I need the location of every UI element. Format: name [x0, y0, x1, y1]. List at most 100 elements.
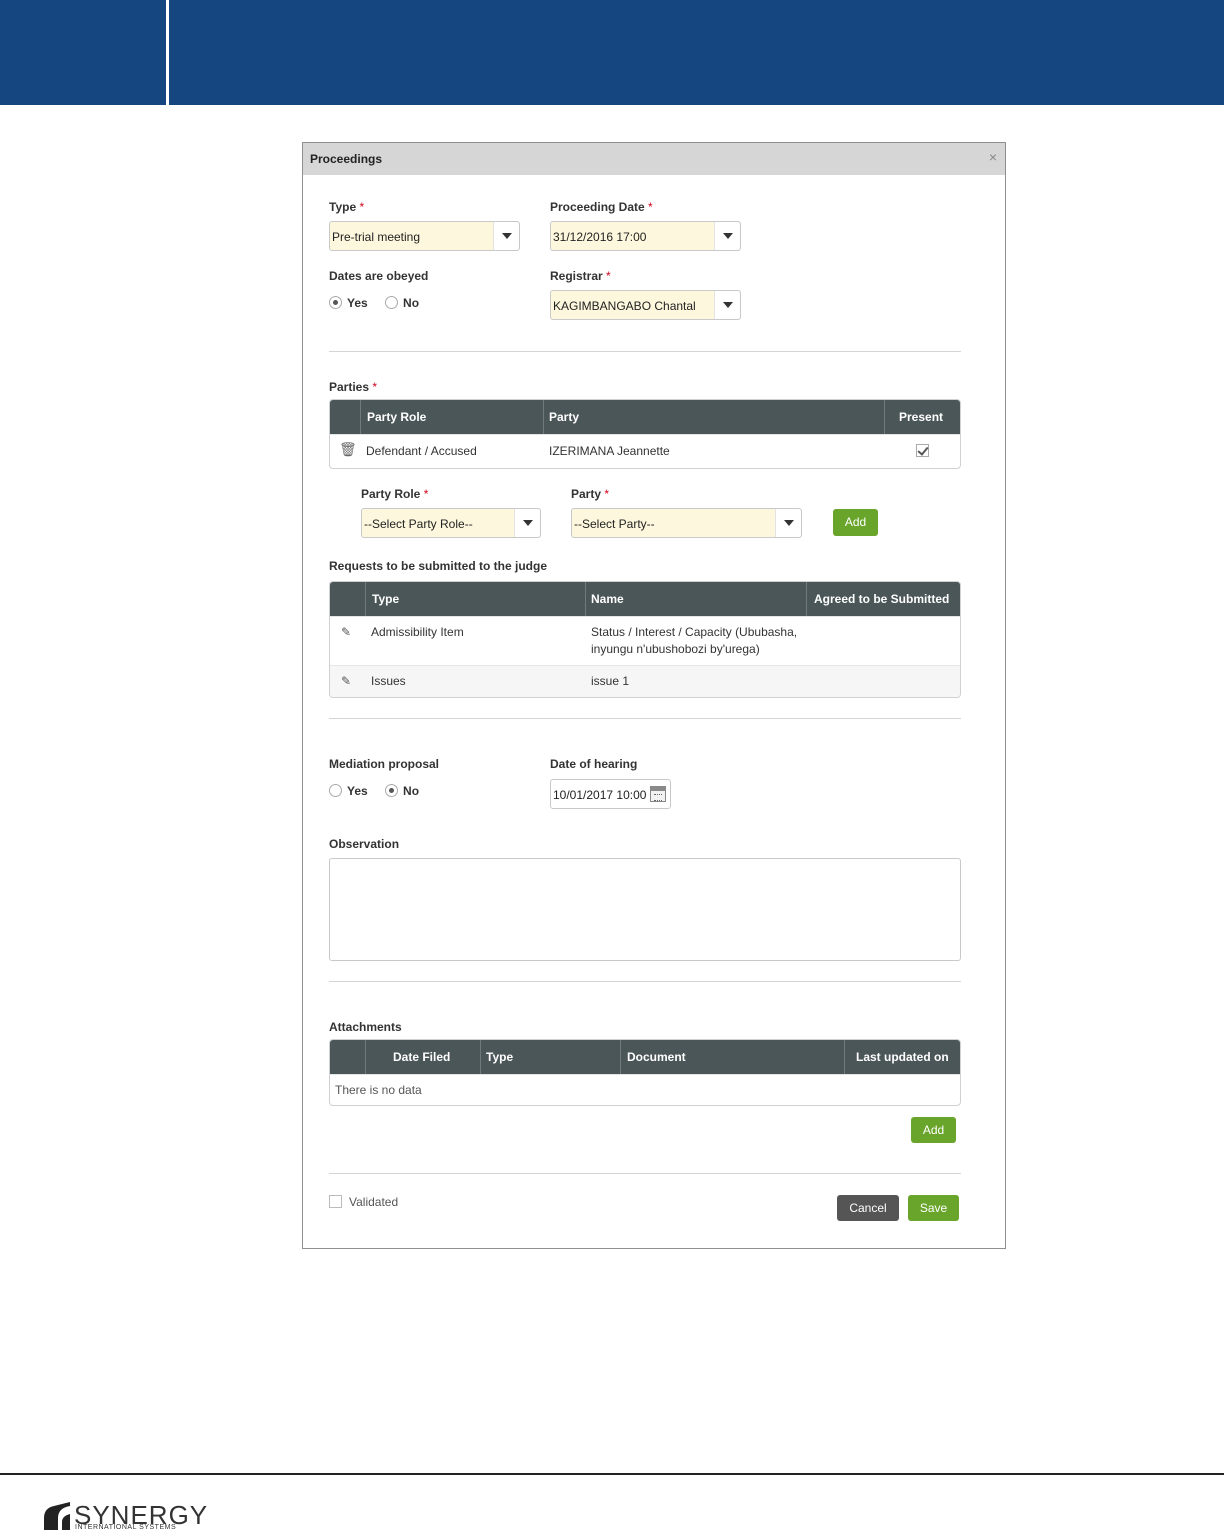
registrar-select[interactable]: KAGIMBANGABO Chantal [550, 290, 741, 320]
validated-label: Validated [349, 1195, 399, 1209]
required-mark: * [648, 200, 653, 214]
calendar-icon[interactable] [650, 786, 666, 802]
mediation-no[interactable]: No [385, 784, 419, 798]
party-select[interactable]: --Select Party-- [571, 508, 802, 538]
cancel-button[interactable]: Cancel [837, 1195, 899, 1221]
registrar-value: KAGIMBANGABO Chantal [553, 299, 696, 313]
column-header-present[interactable]: Present [899, 400, 943, 434]
column-header-agreed[interactable]: Agreed to be Submitted [814, 582, 949, 616]
party-role-select[interactable]: --Select Party Role-- [361, 508, 541, 538]
party-cell: IZERIMANA Jeannette [549, 444, 670, 458]
column-header-date-filed[interactable]: Date Filed [393, 1040, 450, 1074]
table-row: ✎ Admissibility Item Status / Interest /… [330, 616, 960, 665]
radio-selected-icon[interactable] [329, 296, 342, 309]
table-row: 🗑 Defendant / Accused IZERIMANA Jeannett… [330, 434, 960, 468]
type-select-value: Pre-trial meeting [332, 230, 421, 244]
add-attachment-button[interactable]: Add [911, 1117, 956, 1143]
required-mark: * [372, 380, 378, 394]
divider [329, 351, 961, 352]
divider [329, 718, 961, 719]
observation-textarea[interactable] [329, 858, 961, 961]
column-header-type[interactable]: Type [372, 582, 399, 616]
column-separator [365, 582, 366, 616]
request-type-cell: Issues [371, 674, 406, 688]
pencil-icon[interactable]: ✎ [341, 673, 351, 690]
attachments-grid: Date Filed Type Document Last updated on… [329, 1039, 961, 1106]
footer-divider [0, 1473, 1224, 1475]
parties-grid: Party Role Party Present 🗑 Defendant / A… [329, 399, 961, 469]
required-mark: * [606, 269, 611, 283]
registrar-label-text: Registrar [550, 269, 603, 283]
party-role-placeholder: --Select Party Role-- [364, 517, 473, 531]
chevron-down-icon[interactable] [775, 509, 801, 537]
dates-obeyed-no-label: No [403, 296, 420, 310]
new-party-label: Party * [571, 487, 609, 501]
observation-label: Observation [329, 837, 400, 851]
column-separator [543, 400, 544, 434]
proceedings-dialog: Proceedings × Type * Pre-trial meeting P… [302, 142, 1006, 1249]
requests-label: Requests to be submitted to the judge [329, 559, 548, 573]
dates-obeyed-label: Dates are obeyed [329, 269, 429, 283]
synergy-logo-icon [44, 1502, 70, 1530]
column-header-type[interactable]: Type [486, 1040, 513, 1074]
save-button[interactable]: Save [908, 1195, 959, 1221]
column-separator [360, 400, 361, 434]
mediation-yes-label: Yes [347, 784, 368, 798]
new-party-label-text: Party [571, 487, 602, 501]
dialog-header: Proceedings × [303, 143, 1005, 175]
chevron-down-icon[interactable] [493, 222, 519, 250]
proceeding-date-label: Proceeding Date * [550, 200, 653, 214]
parties-label: Parties * [329, 380, 377, 394]
request-name-line1: Status / Interest / Capacity (Ububasha, [591, 625, 798, 639]
add-party-button[interactable]: Add [833, 509, 878, 536]
radio-unselected-icon[interactable] [385, 296, 399, 309]
chevron-down-icon[interactable] [514, 509, 540, 537]
required-mark: * [604, 487, 610, 501]
radio-unselected-icon[interactable] [329, 784, 342, 797]
column-header-party-role[interactable]: Party Role [367, 400, 426, 434]
type-select[interactable]: Pre-trial meeting [329, 221, 520, 251]
requests-grid-header: Type Name Agreed to be Submitted [330, 582, 960, 616]
registrar-label: Registrar * [550, 269, 611, 283]
mediation-no-label: No [403, 784, 420, 798]
pencil-icon[interactable]: ✎ [341, 624, 351, 641]
logo-subtitle: INTERNATIONAL SYSTEMS [75, 1524, 177, 1531]
request-name-line1: issue 1 [591, 674, 630, 688]
table-row: There is no data [330, 1074, 960, 1105]
dates-obeyed-no[interactable]: No [385, 296, 419, 310]
mediation-label: Mediation proposal [329, 757, 440, 771]
new-party-role-label-text: Party Role [361, 487, 421, 501]
parties-label-text: Parties [329, 380, 370, 394]
request-name-line2: inyungu n'ubushobozi by'urega) [591, 642, 760, 656]
dialog-title: Proceedings [310, 152, 383, 166]
party-role-cell: Defendant / Accused [366, 444, 477, 458]
attachments-label: Attachments [329, 1020, 402, 1034]
column-separator [844, 1040, 845, 1074]
mediation-radio-group: Yes No [329, 784, 419, 798]
column-separator [620, 1040, 621, 1074]
proceeding-date-value: 31/12/2016 17:00 [553, 230, 647, 244]
column-header-party[interactable]: Party [549, 400, 579, 434]
banner-separator [166, 0, 169, 105]
required-mark: * [359, 200, 365, 214]
column-header-last-updated[interactable]: Last updated on [856, 1040, 949, 1074]
radio-selected-icon[interactable] [385, 784, 399, 797]
mediation-yes[interactable]: Yes [329, 784, 368, 798]
chevron-down-icon[interactable] [714, 222, 740, 250]
hearing-date-input[interactable]: 10/01/2017 10:00 [550, 779, 671, 809]
column-separator [806, 582, 807, 616]
present-checkbox[interactable] [916, 444, 929, 457]
proceeding-date-select[interactable]: 31/12/2016 17:00 [550, 221, 741, 251]
column-header-name[interactable]: Name [591, 582, 624, 616]
column-header-document[interactable]: Document [627, 1040, 686, 1074]
dates-obeyed-radio-group: Yes No [329, 296, 419, 310]
close-icon[interactable]: × [989, 149, 997, 165]
party-placeholder: --Select Party-- [574, 517, 655, 531]
type-label-text: Type [329, 200, 357, 214]
chevron-down-icon[interactable] [714, 291, 740, 319]
request-type-cell: Admissibility Item [371, 625, 464, 639]
synergy-logo: SYNERGY INTERNATIONAL SYSTEMS [40, 1500, 240, 1538]
validated-checkbox[interactable] [329, 1195, 342, 1208]
dates-obeyed-yes[interactable]: Yes [329, 296, 368, 310]
trash-icon[interactable]: 🗑 [339, 441, 357, 458]
